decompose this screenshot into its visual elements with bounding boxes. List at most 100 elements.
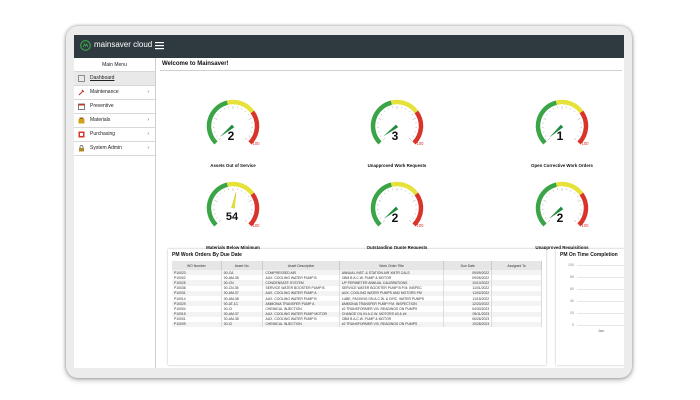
table-row[interactable]: P10031 00-AM-37 AUX. COOLING WATER PUMP AA… xyxy=(172,290,542,296)
table-row[interactable]: P10025 00-CN CONDENSATE SYSTEM L/P PERIMETE… xyxy=(172,280,542,286)
sidebar: Main Menu Dashboard Maintenance › Preven… xyxy=(74,58,156,368)
gauge-tick xyxy=(411,114,414,116)
gauge-tick xyxy=(576,196,579,198)
title-divider xyxy=(160,70,622,71)
gauge-dial: 100 xyxy=(535,99,589,146)
table-body: P10023 00-CA COMPRESSED AIR ANNUAL INST. & … xyxy=(172,270,542,328)
gauge-dial: 100 xyxy=(206,99,261,146)
table-row[interactable]: P10002 00-AM-38 AUX. COOLING WATER PUMP BC… xyxy=(172,275,542,281)
gauge-widget[interactable]: 100 1 Open Corrective Work Orders xyxy=(522,96,602,186)
gauge-tick xyxy=(573,192,576,195)
gridline xyxy=(577,301,624,302)
sidebar-item-dashboard[interactable]: Dashboard xyxy=(74,72,155,86)
yellow-arc xyxy=(555,99,584,114)
table-row[interactable]: P10029 00-AT-1C AMMONIA TRANSFER PUMP A AMM… xyxy=(172,301,542,307)
y-tick-label: 80 xyxy=(570,275,574,279)
sidebar-item-purchasing[interactable]: Purchasing › xyxy=(74,128,155,142)
gauge-value: 2 xyxy=(227,129,235,143)
gauge-value: 3 xyxy=(391,129,399,143)
red-arc xyxy=(577,192,589,227)
gauge-tick xyxy=(244,192,247,195)
work-orders-title: PM Work Orders By Due Date xyxy=(172,252,242,258)
red-arc xyxy=(412,110,424,145)
gauge-tick xyxy=(412,217,415,219)
column-header[interactable]: Work Order Title xyxy=(339,261,445,270)
lock-icon xyxy=(79,145,84,152)
gauge-tick xyxy=(216,196,219,198)
gauge-tick xyxy=(380,196,383,198)
gridline xyxy=(577,325,624,326)
red-arc xyxy=(248,192,260,227)
main-content: Welcome to Mainsaver! 100 2 Assets Out of … xyxy=(156,58,624,368)
table-row[interactable]: P10004 00-CI CHEMICAL INJECTION #2 TRANSFOR… xyxy=(172,306,542,312)
hamburger-menu-icon[interactable] xyxy=(155,41,164,50)
gauge-tick xyxy=(577,118,581,120)
completion-title: PM On Time Completion xyxy=(560,252,618,258)
sidebar-item-label: Maintenance xyxy=(90,89,119,95)
gauge-tick xyxy=(545,114,548,116)
table-row[interactable]: P10014 00-AM-38 AUX. COOLING WATER PUMP BL… xyxy=(172,295,542,302)
yellow-arc xyxy=(390,99,419,114)
dashboard-icon xyxy=(78,75,85,82)
gauge-max-label: 100 xyxy=(253,141,261,146)
sidebar-item-label: Preventive xyxy=(90,103,114,109)
red-arc xyxy=(412,192,424,227)
gauge-tick xyxy=(387,108,389,110)
column-header[interactable]: Assigned To xyxy=(491,261,542,270)
gauge-tick xyxy=(412,118,416,120)
gauge-tick xyxy=(573,110,576,113)
sidebar-item-preventive[interactable]: Preventive xyxy=(74,100,155,114)
gridline xyxy=(577,265,624,266)
table-cell xyxy=(491,321,542,328)
top-bar: mainsaver cloud xyxy=(74,35,624,58)
gauge-value: 2 xyxy=(556,211,564,225)
column-header[interactable]: Due Date xyxy=(443,261,493,270)
gauge-tick xyxy=(247,114,250,116)
column-header[interactable]: WO Number xyxy=(172,261,222,270)
chevron-right-icon: › xyxy=(147,117,149,123)
table-row[interactable]: P10015 00-AM-37 AUX. COOLING WATER PUMP MO… xyxy=(172,311,542,317)
gridline xyxy=(577,277,624,278)
gauge-tick xyxy=(548,192,551,195)
gauge-tick xyxy=(544,217,547,219)
gauge-tick xyxy=(547,219,551,223)
page-title: Welcome to Mainsaver! xyxy=(162,61,229,67)
gauge-tick xyxy=(379,217,382,219)
gauge-tick xyxy=(214,118,218,120)
gauge-tick xyxy=(244,137,248,141)
gauge-tick xyxy=(248,135,251,137)
gauge-needle xyxy=(231,192,237,209)
pm-completion-panel: PM On Time Completion 100 80 60 40 20 0 Jan xyxy=(556,249,624,365)
sidebar-item-label: Dashboard xyxy=(90,75,115,81)
column-header[interactable]: Asset Description xyxy=(262,261,340,270)
gauge-tick xyxy=(379,135,382,137)
main-menu-title: Main Menu xyxy=(74,60,155,72)
sidebar-item-maintenance[interactable]: Maintenance › xyxy=(74,86,155,100)
gauge-tick xyxy=(380,114,383,116)
table-row[interactable]: P10036 00-CN-35 SERVICE WATER BOOSTER PUMP… xyxy=(172,285,542,291)
gauge-tick xyxy=(378,200,382,202)
table-row[interactable]: P10009 00-CI CHEMICAL INJECTION #2 TRANSFOR… xyxy=(172,321,542,328)
gauge-tick xyxy=(577,217,580,219)
red-arc xyxy=(248,110,260,145)
gauge-max-label: 100 xyxy=(417,141,425,146)
gauge-tick xyxy=(543,118,547,120)
gridline xyxy=(577,289,624,290)
gauge-tick xyxy=(548,110,551,113)
gauge-tick xyxy=(408,192,411,195)
yellow-arc xyxy=(226,99,255,114)
wrench-icon xyxy=(78,89,85,96)
y-tick-label: 20 xyxy=(570,311,574,315)
gauge-widget[interactable]: 100 2 Assets Out of Service xyxy=(193,96,273,186)
sidebar-item-system-admin[interactable]: System Admin › xyxy=(74,142,155,156)
sidebar-item-materials[interactable]: Materials › xyxy=(74,114,155,128)
gauge-dial: 100 xyxy=(535,181,589,228)
column-header[interactable]: Asset No. xyxy=(221,261,264,270)
table-row[interactable]: P10023 00-CA COMPRESSED AIR ANNUAL INST. & … xyxy=(172,270,542,276)
gauge-dial: 100 xyxy=(206,181,260,228)
gauge-tick xyxy=(408,110,411,113)
gauge-widget[interactable]: 100 3 Unapproved Work Requests xyxy=(357,96,437,186)
gauge-tick xyxy=(248,200,252,202)
table-row[interactable]: P10001 00-AM-38 AUX. COOLING WATER PUMP BC… xyxy=(172,316,542,322)
gauge-tick xyxy=(387,190,389,192)
